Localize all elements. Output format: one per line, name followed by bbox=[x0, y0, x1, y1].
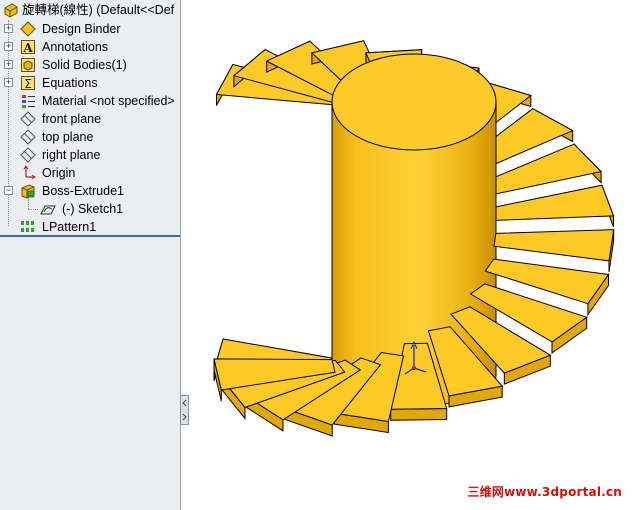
tree-item-label: (-) Sketch1 bbox=[62, 202, 124, 216]
tree-item-label: Origin bbox=[42, 166, 76, 180]
tree-item-label: Design Binder bbox=[42, 22, 121, 36]
tree-item-label: Equations bbox=[42, 76, 98, 90]
expand-toggle[interactable]: + bbox=[4, 60, 13, 69]
equations-icon: Σ bbox=[21, 76, 35, 91]
expand-toggle[interactable]: + bbox=[4, 42, 13, 51]
graphics-viewport[interactable] bbox=[181, 0, 636, 510]
plane-icon bbox=[20, 147, 36, 163]
tree-item-boss-extrude1[interactable]: − Boss-Extrude1 bbox=[0, 182, 180, 200]
tree-item-label: right plane bbox=[42, 148, 101, 162]
tree-item-label: Material <not specified> bbox=[42, 94, 175, 108]
plane-icon bbox=[20, 111, 36, 127]
origin-icon bbox=[23, 165, 36, 180]
tree-item-front-plane[interactable]: front plane bbox=[0, 110, 180, 128]
tree-item-top-plane[interactable]: top plane bbox=[0, 128, 180, 146]
sketch-icon bbox=[40, 205, 56, 215]
tree-root-label: 旋轉梯(線性) (Default<<Def bbox=[22, 3, 175, 17]
tree-item-right-plane[interactable]: right plane bbox=[0, 146, 180, 164]
extrude-icon bbox=[21, 184, 35, 199]
tree-item-label: Annotations bbox=[42, 40, 109, 54]
plane-icon bbox=[20, 129, 36, 145]
tree-root[interactable]: 旋轉梯(線性) (Default<<Def bbox=[0, 1, 180, 19]
part-icon bbox=[4, 3, 18, 18]
tree-item-label: Boss-Extrude1 bbox=[42, 184, 124, 198]
svg-text:A: A bbox=[22, 41, 33, 55]
svg-text:Σ: Σ bbox=[24, 77, 32, 91]
tree-item-label: front plane bbox=[42, 112, 102, 126]
tree-item-equations[interactable]: + Σ Equations bbox=[0, 74, 180, 92]
tree-item-sketch1[interactable]: (-) Sketch1 bbox=[0, 200, 180, 218]
stair-tread-edge bbox=[390, 407, 448, 421]
tree-item-label: top plane bbox=[42, 130, 94, 144]
collapse-toggle[interactable]: − bbox=[4, 186, 13, 195]
expand-toggle[interactable]: + bbox=[4, 24, 13, 33]
feature-manager-tree: 旋轉梯(線性) (Default<<Def + Design Binder + … bbox=[0, 0, 181, 510]
material-icon bbox=[22, 95, 35, 108]
tree-item-label: Solid Bodies(1) bbox=[42, 58, 127, 72]
annotations-icon: A bbox=[21, 40, 35, 55]
solid-bodies-icon bbox=[21, 58, 35, 72]
tree-item-origin[interactable]: Origin bbox=[0, 164, 180, 182]
rollback-bar[interactable] bbox=[0, 235, 180, 237]
tree-item-lpattern1[interactable]: LPattern1 bbox=[0, 218, 180, 236]
stair-tread bbox=[493, 229, 615, 262]
expand-toggle[interactable]: + bbox=[4, 78, 13, 87]
watermark: 三维网www.3dportal.cn bbox=[467, 485, 622, 499]
tree-item-label: LPattern1 bbox=[42, 220, 97, 234]
linear-pattern-icon bbox=[21, 221, 34, 232]
tree-item-design-binder[interactable]: + Design Binder bbox=[0, 20, 180, 38]
design-binder-icon bbox=[20, 21, 36, 37]
tree-item-solid-bodies[interactable]: + Solid Bodies(1) bbox=[0, 56, 180, 74]
tree-item-material[interactable]: Material <not specified> bbox=[0, 92, 180, 110]
tree-item-annotations[interactable]: + A Annotations bbox=[0, 38, 180, 56]
